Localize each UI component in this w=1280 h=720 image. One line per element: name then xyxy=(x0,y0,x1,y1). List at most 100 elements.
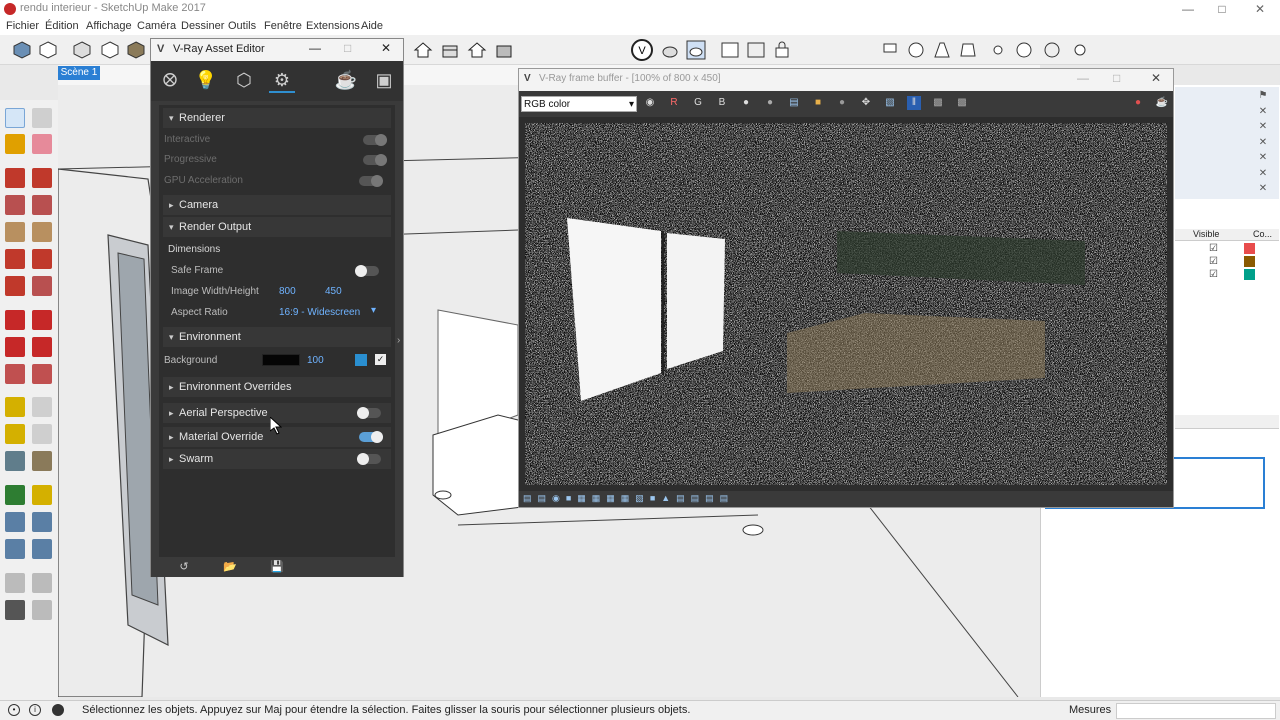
image-height-input[interactable]: 450 xyxy=(325,286,342,297)
background-checkbox[interactable]: ✓ xyxy=(375,354,386,365)
menu-camera[interactable]: Caméra xyxy=(137,20,176,32)
tray-close-icon[interactable]: ✕ xyxy=(1256,106,1270,118)
white-circle-icon[interactable]: ● xyxy=(739,96,753,110)
background-color-swatch[interactable] xyxy=(262,354,300,366)
frame-buffer-icon[interactable]: ▣ xyxy=(371,67,397,93)
layer-color-swatch[interactable] xyxy=(1244,243,1255,254)
zoom-extents-icon[interactable] xyxy=(5,539,25,559)
rotated-rect-icon[interactable] xyxy=(32,195,52,215)
offset-icon[interactable] xyxy=(32,364,52,384)
lock-icon[interactable] xyxy=(772,40,792,60)
visible-checkbox[interactable]: ☑ xyxy=(1209,243,1218,254)
arc-icon[interactable] xyxy=(5,249,25,269)
tray-close-icon[interactable]: ✕ xyxy=(1256,137,1270,149)
blue-channel-button[interactable]: B xyxy=(715,96,729,110)
menu-aide[interactable]: Aide xyxy=(361,20,383,32)
eraser-icon[interactable] xyxy=(32,134,52,154)
rectangle-icon[interactable] xyxy=(5,195,25,215)
visible-checkbox[interactable]: ☑ xyxy=(1209,256,1218,267)
omni-light-icon[interactable] xyxy=(988,40,1008,60)
compare-icon[interactable]: ‖ xyxy=(907,96,921,110)
move-icon[interactable] xyxy=(5,310,25,330)
render-teapot-icon[interactable] xyxy=(660,40,680,60)
make-component-icon[interactable] xyxy=(32,108,52,128)
menu-fichier[interactable]: Fichier xyxy=(6,20,39,32)
revert-icon[interactable]: ↺ xyxy=(177,560,191,574)
tray-pin-icon[interactable]: ⚑ xyxy=(1256,90,1270,102)
shaded-icon[interactable] xyxy=(100,40,120,60)
material-override-toggle[interactable] xyxy=(359,431,383,443)
dimension-icon[interactable] xyxy=(32,397,52,417)
rect-light-icon[interactable] xyxy=(880,40,900,60)
menu-fenetre[interactable]: Fenêtre xyxy=(264,20,302,32)
red-channel-button[interactable]: R xyxy=(667,96,681,110)
batch-render-icon[interactable] xyxy=(746,40,766,60)
save-icon[interactable]: 💾 xyxy=(270,560,284,574)
background-intensity[interactable]: 100 xyxy=(307,355,324,366)
maximize-button[interactable]: □ xyxy=(1202,0,1242,18)
swarm-toggle[interactable] xyxy=(357,453,381,465)
minimize-button[interactable]: — xyxy=(309,41,321,55)
box-icon[interactable] xyxy=(72,40,92,60)
bottom-tools-icon[interactable]: ▤▤◉■▦▦▦▦▧■▲▤▤▤▤ xyxy=(523,493,734,504)
menu-dessiner[interactable]: Dessiner xyxy=(181,20,224,32)
menu-affichage[interactable]: Affichage xyxy=(86,20,132,32)
text-tool-icon[interactable] xyxy=(32,424,52,444)
visible-checkbox[interactable]: ☑ xyxy=(1209,269,1218,280)
freehand-icon[interactable] xyxy=(32,168,52,188)
minimize-button[interactable]: — xyxy=(1077,71,1089,85)
cube-icon[interactable] xyxy=(12,40,32,60)
safe-frame-toggle[interactable] xyxy=(355,265,379,277)
textured-icon[interactable] xyxy=(126,40,146,60)
tape-measure-icon[interactable] xyxy=(5,397,25,417)
orbit-icon[interactable] xyxy=(5,485,25,505)
extension-warehouse-icon[interactable] xyxy=(494,40,514,60)
maximize-button[interactable]: □ xyxy=(1113,71,1120,85)
renderer-section[interactable]: Renderer xyxy=(163,108,391,128)
render-teapot-icon[interactable]: ☕ xyxy=(333,67,359,93)
texture-slot-icon[interactable] xyxy=(355,354,367,366)
tray-close-icon[interactable]: ✕ xyxy=(1256,168,1270,180)
scene-tab[interactable]: Scène 1 xyxy=(58,66,100,80)
polygon-icon[interactable] xyxy=(32,222,52,242)
geo-location-icon[interactable]: • xyxy=(8,704,20,716)
color-palette-icon[interactable]: ◉ xyxy=(643,96,657,110)
position-camera-icon[interactable] xyxy=(5,573,25,593)
green-channel-button[interactable]: G xyxy=(691,96,705,110)
tray-close-icon[interactable]: ✕ xyxy=(1256,152,1270,164)
look-around-eye-icon[interactable] xyxy=(32,573,52,593)
layer-color-swatch[interactable] xyxy=(1244,269,1255,280)
close-button[interactable]: ✕ xyxy=(381,41,391,55)
follow-me-icon[interactable] xyxy=(32,337,52,357)
channel-select[interactable]: RGB color xyxy=(521,96,637,113)
home-icon[interactable] xyxy=(413,40,433,60)
side-expand-icon[interactable]: › xyxy=(397,335,400,346)
pan-hand-icon[interactable] xyxy=(32,485,52,505)
scale-icon[interactable] xyxy=(5,364,25,384)
clear-image-icon[interactable]: ● xyxy=(835,96,849,110)
zoom-icon[interactable] xyxy=(5,512,25,532)
measures-input[interactable] xyxy=(1116,703,1276,719)
menu-edition[interactable]: Édition xyxy=(45,20,79,32)
house-outline-icon[interactable] xyxy=(467,40,487,60)
render-teapot-icon[interactable]: ☕ xyxy=(1155,96,1169,110)
region-render-icon[interactable]: ▧ xyxy=(883,96,897,110)
arc-3pt-icon[interactable] xyxy=(5,276,25,296)
walk-footprints-icon[interactable] xyxy=(5,600,25,620)
dome-light-icon[interactable] xyxy=(1014,40,1034,60)
close-button[interactable]: ✕ xyxy=(1151,71,1161,85)
lights-tab-icon[interactable]: 💡 xyxy=(193,67,219,93)
render-image[interactable] xyxy=(525,123,1167,485)
layer-color-swatch[interactable] xyxy=(1244,256,1255,267)
open-folder-icon[interactable]: ■ xyxy=(811,96,825,110)
zoom-window-icon[interactable] xyxy=(32,512,52,532)
arc-2pt-icon[interactable] xyxy=(32,249,52,269)
info-icon[interactable]: i xyxy=(29,704,41,716)
sphere-light-icon[interactable] xyxy=(906,40,926,60)
spot-light-icon[interactable] xyxy=(932,40,952,60)
cube-outline-icon[interactable] xyxy=(38,40,58,60)
previous-view-icon[interactable] xyxy=(32,539,52,559)
circle-icon[interactable] xyxy=(5,222,25,242)
tray-close-icon[interactable]: ✕ xyxy=(1256,183,1270,195)
environment-section[interactable]: Environment xyxy=(163,327,391,347)
